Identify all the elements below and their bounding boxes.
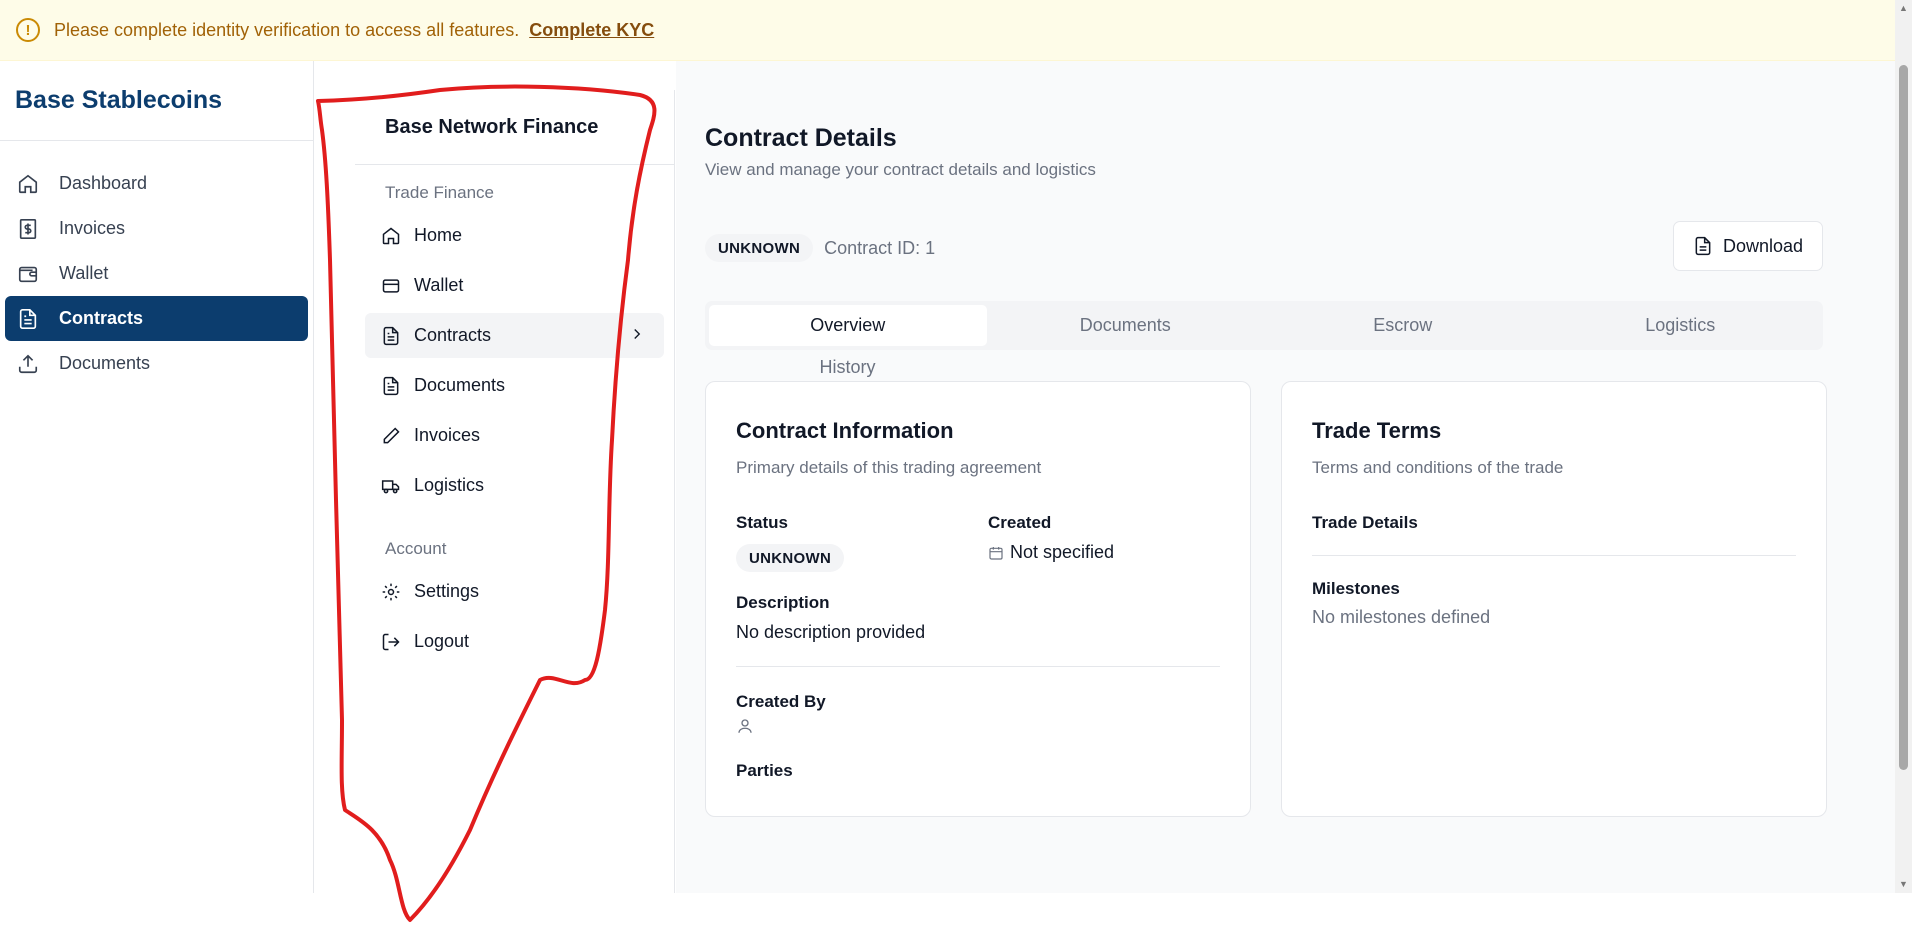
pencil-icon	[380, 425, 402, 447]
sub-nav-contracts[interactable]: Contracts	[365, 313, 664, 358]
dollar-receipt-icon	[16, 217, 40, 241]
file-text-icon	[1695, 236, 1711, 256]
group-label-trade-finance: Trade Finance	[385, 183, 494, 202]
milestones-value: No milestones defined	[1312, 607, 1491, 627]
sub-nav-settings[interactable]: Settings	[365, 569, 664, 614]
card-subtitle: Terms and conditions of the trade	[1312, 458, 1564, 477]
page-scrollbar[interactable]: ▲ ▼	[1895, 0, 1912, 893]
sub-nav-label: Logistics	[414, 475, 485, 495]
chevron-right-icon	[628, 325, 646, 348]
app-nav-dashboard[interactable]: Dashboard	[5, 161, 308, 206]
upload-icon	[16, 352, 40, 376]
download-button[interactable]: Download	[1673, 221, 1823, 271]
status-badge: UNKNOWN	[705, 234, 814, 262]
card-title: Trade Terms	[1312, 418, 1442, 443]
card-title: Contract Information	[736, 418, 954, 443]
tab-logistics[interactable]: Logistics	[1542, 305, 1820, 346]
sub-nav-label: Contracts	[414, 325, 492, 345]
file-text-icon	[380, 375, 402, 397]
user-icon	[736, 717, 754, 740]
contract-tabs: Overview Documents Escrow Logistics	[705, 301, 1823, 350]
scroll-down-arrow[interactable]: ▼	[1899, 880, 1908, 889]
scroll-up-arrow[interactable]: ▲	[1899, 4, 1908, 13]
sub-nav-label: Documents	[414, 375, 506, 395]
divider	[736, 666, 1220, 667]
contract-id: Contract ID: 1	[824, 237, 936, 258]
logout-icon	[380, 631, 402, 653]
sub-nav-wallet[interactable]: Wallet	[365, 263, 664, 308]
created-value: Not specified	[1010, 542, 1115, 562]
app-nav-label: Contracts	[59, 308, 144, 328]
secondary-brand[interactable]: Base Network Finance	[355, 90, 674, 165]
tab-escrow[interactable]: Escrow	[1264, 305, 1542, 346]
file-text-icon	[16, 307, 40, 331]
tab-overview[interactable]: Overview	[709, 305, 987, 346]
parties-label: Parties	[736, 761, 793, 780]
alert-circle-icon: !	[16, 18, 40, 42]
app-nav-invoices[interactable]: Invoices	[5, 206, 308, 251]
sub-nav-logistics[interactable]: Logistics	[365, 463, 664, 508]
app-nav-label: Documents	[59, 353, 151, 373]
home-icon	[16, 172, 40, 196]
created-label: Created	[988, 513, 1052, 532]
credit-card-icon	[380, 275, 402, 297]
sub-nav-invoices[interactable]: Invoices	[365, 413, 664, 458]
milestones-label: Milestones	[1312, 579, 1400, 598]
trade-details-label: Trade Details	[1312, 513, 1418, 532]
created-value-row: Not specified	[988, 542, 1114, 563]
created-by-label: Created By	[736, 692, 826, 711]
app-nav: Dashboard Invoices Wallet Contracts Docu…	[0, 141, 313, 386]
sub-nav-label: Invoices	[414, 425, 481, 445]
file-text-icon	[380, 325, 402, 347]
sub-nav-label: Home	[414, 225, 463, 245]
app-nav-label: Wallet	[59, 263, 109, 283]
complete-kyc-link[interactable]: Complete KYC	[529, 20, 654, 41]
app-brand[interactable]: Base Stablecoins	[0, 61, 313, 141]
contract-information-card: Contract Information Primary details of …	[705, 381, 1251, 817]
tab-documents[interactable]: Documents	[987, 305, 1265, 346]
truck-icon	[380, 475, 402, 497]
app-nav-label: Dashboard	[59, 173, 148, 193]
sub-nav-home[interactable]: Home	[365, 213, 664, 258]
divider	[1312, 555, 1796, 556]
scroll-thumb[interactable]	[1899, 65, 1908, 770]
app-nav-label: Invoices	[59, 218, 126, 238]
sub-nav-label: Wallet	[414, 275, 464, 295]
home-icon	[380, 225, 402, 247]
main-content: Contract Details View and manage your co…	[676, 61, 1895, 893]
group-label-account: Account	[385, 539, 447, 558]
app-nav-contracts[interactable]: Contracts	[5, 296, 308, 341]
sub-nav-label: Logout	[414, 631, 470, 651]
wallet-icon	[16, 262, 40, 286]
tab-history[interactable]: History	[705, 357, 990, 378]
card-subtitle: Primary details of this trading agreemen…	[736, 458, 1042, 477]
sub-nav-documents[interactable]: Documents	[365, 363, 664, 408]
kyc-banner: ! Please complete identity verification …	[0, 0, 1895, 61]
description-label: Description	[736, 593, 830, 612]
page-title: Contract Details	[705, 124, 897, 152]
secondary-sidebar: Base Network Finance Trade Finance Home …	[355, 90, 675, 893]
status-label: Status	[736, 513, 788, 532]
contract-status-row: UNKNOWN Contract ID: 1	[705, 234, 935, 262]
sub-nav-logout[interactable]: Logout	[365, 619, 664, 664]
app-sidebar: Base Stablecoins Dashboard Invoices Wall…	[0, 61, 314, 893]
page-subtitle: View and manage your contract details an…	[705, 160, 1096, 179]
app-nav-documents[interactable]: Documents	[5, 341, 308, 386]
banner-message: Please complete identity verification to…	[54, 19, 520, 40]
download-label: Download	[1722, 235, 1804, 256]
trade-terms-card: Trade Terms Terms and conditions of the …	[1281, 381, 1827, 817]
gear-icon	[380, 581, 402, 603]
description-value: No description provided	[736, 622, 926, 642]
calendar-icon	[989, 546, 1003, 560]
sub-nav-label: Settings	[414, 581, 480, 601]
app-nav-wallet[interactable]: Wallet	[5, 251, 308, 296]
status-badge: UNKNOWN	[736, 544, 845, 572]
